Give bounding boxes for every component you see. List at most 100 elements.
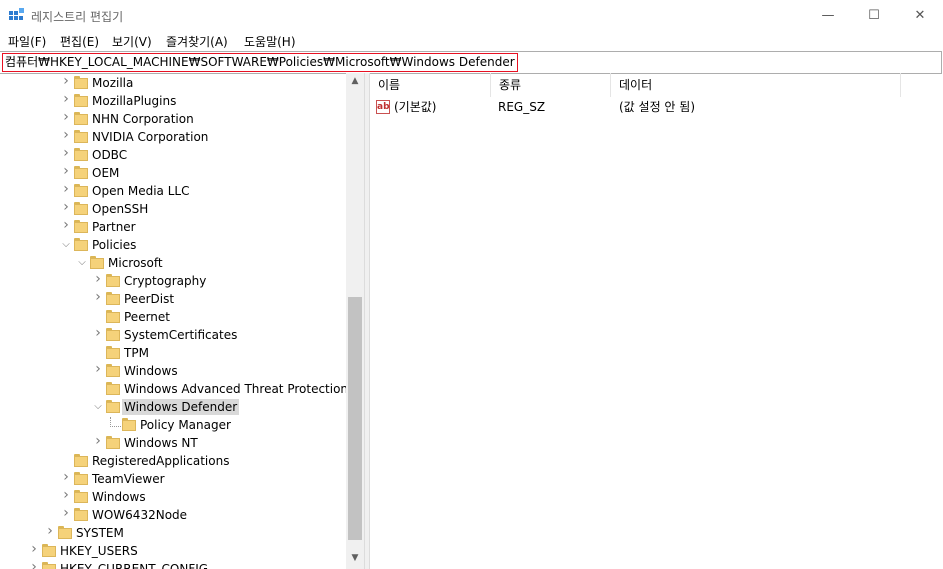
- chevron-down-icon[interactable]: ⌵: [93, 401, 103, 413]
- maximize-button[interactable]: ☐: [851, 0, 897, 31]
- menu-favorites[interactable]: 즐겨찾기(A): [166, 33, 228, 50]
- tree-node[interactable]: › MozillaPlugins: [0, 92, 346, 110]
- tree-node-label[interactable]: TPM: [122, 345, 151, 361]
- close-button[interactable]: ✕: [897, 0, 943, 31]
- tree-node[interactable]: › Windows NT: [0, 434, 346, 452]
- tree-node[interactable]: › NHN Corporation: [0, 110, 346, 128]
- chevron-right-icon[interactable]: ›: [61, 506, 71, 520]
- tree-node-label[interactable]: HKEY_CURRENT_CONFIG: [58, 561, 210, 569]
- chevron-right-icon[interactable]: ›: [61, 110, 71, 124]
- tree-node[interactable]: › Mozilla: [0, 74, 346, 92]
- tree-node-label[interactable]: Windows: [122, 363, 180, 379]
- tree-node[interactable]: ⌵ Policies: [0, 236, 346, 254]
- tree-node[interactable]: ⌵ Windows Defender: [0, 398, 346, 416]
- column-type[interactable]: 종류: [491, 73, 611, 97]
- tree-node[interactable]: › SYSTEM: [0, 524, 346, 542]
- scroll-up-icon[interactable]: ▲: [346, 73, 364, 90]
- tree-node[interactable]: TPM: [0, 344, 346, 362]
- value-type[interactable]: REG_SZ: [498, 98, 545, 116]
- tree-node-label[interactable]: RegisteredApplications: [90, 453, 231, 469]
- column-name[interactable]: 이름: [370, 73, 491, 97]
- tree-node[interactable]: › Windows: [0, 488, 346, 506]
- tree-node-label[interactable]: NVIDIA Corporation: [90, 129, 210, 145]
- tree-node-label[interactable]: Peernet: [122, 309, 172, 325]
- tree-node-label[interactable]: OEM: [90, 165, 121, 181]
- tree-node[interactable]: Peernet: [0, 308, 346, 326]
- tree-node[interactable]: › Cryptography: [0, 272, 346, 290]
- tree-node-label[interactable]: WOW6432Node: [90, 507, 189, 523]
- tree-node-label[interactable]: Policy Manager: [138, 417, 233, 433]
- tree-node[interactable]: › OEM: [0, 164, 346, 182]
- tree-node[interactable]: Policy Manager: [0, 416, 346, 434]
- tree-node[interactable]: › Partner: [0, 218, 346, 236]
- chevron-right-icon[interactable]: ›: [29, 542, 39, 556]
- tree-node[interactable]: › Windows: [0, 362, 346, 380]
- tree-node-label[interactable]: HKEY_USERS: [58, 543, 140, 559]
- menu-edit[interactable]: 편집(E): [60, 33, 99, 50]
- key-tree[interactable]: › Mozilla › MozillaPlugins › NHN Corporation ›…: [0, 73, 346, 569]
- tree-node[interactable]: ⌵ Microsoft: [0, 254, 346, 272]
- tree-node-label[interactable]: Mozilla: [90, 75, 135, 91]
- tree-node-label[interactable]: Windows: [90, 489, 148, 505]
- menu-file[interactable]: 파일(F): [8, 33, 46, 50]
- chevron-right-icon[interactable]: ›: [29, 560, 39, 569]
- chevron-right-icon[interactable]: ›: [61, 182, 71, 196]
- column-data[interactable]: 데이터: [611, 73, 901, 97]
- tree-node[interactable]: › WOW6432Node: [0, 506, 346, 524]
- chevron-right-icon[interactable]: ›: [93, 272, 103, 286]
- tree-node[interactable]: › OpenSSH: [0, 200, 346, 218]
- chevron-right-icon[interactable]: ›: [45, 524, 55, 538]
- tree-node[interactable]: › SystemCertificates: [0, 326, 346, 344]
- chevron-down-icon[interactable]: ⌵: [77, 257, 87, 269]
- menu-view[interactable]: 보기(V): [112, 33, 152, 50]
- chevron-right-icon[interactable]: ›: [93, 326, 103, 340]
- chevron-right-icon[interactable]: ›: [93, 290, 103, 304]
- tree-node[interactable]: Windows Advanced Threat Protection: [0, 380, 346, 398]
- chevron-right-icon[interactable]: ›: [61, 92, 71, 106]
- tree-node[interactable]: › HKEY_CURRENT_CONFIG: [0, 560, 346, 569]
- tree-node[interactable]: › PeerDist: [0, 290, 346, 308]
- chevron-right-icon[interactable]: ›: [61, 488, 71, 502]
- chevron-right-icon[interactable]: ›: [61, 470, 71, 484]
- chevron-down-icon[interactable]: ⌵: [61, 239, 71, 251]
- minimize-button[interactable]: —: [805, 0, 851, 31]
- tree-node-label[interactable]: SYSTEM: [74, 525, 126, 541]
- address-bar[interactable]: 컴퓨터₩HKEY_LOCAL_MACHINE₩SOFTWARE₩Policies…: [0, 51, 942, 74]
- address-path[interactable]: 컴퓨터₩HKEY_LOCAL_MACHINE₩SOFTWARE₩Policies…: [2, 53, 518, 72]
- tree-node-label[interactable]: ODBC: [90, 147, 129, 163]
- tree-node-label[interactable]: OpenSSH: [90, 201, 150, 217]
- tree-node[interactable]: › ODBC: [0, 146, 346, 164]
- chevron-right-icon[interactable]: ›: [61, 164, 71, 178]
- tree-node-label[interactable]: Partner: [90, 219, 138, 235]
- tree-node-label[interactable]: Policies: [90, 237, 138, 253]
- tree-node-label[interactable]: Microsoft: [106, 255, 165, 271]
- tree-node[interactable]: › NVIDIA Corporation: [0, 128, 346, 146]
- chevron-right-icon[interactable]: ›: [61, 200, 71, 214]
- chevron-right-icon[interactable]: ›: [93, 362, 103, 376]
- values-list[interactable]: 이름 종류 데이터 ab (기본값) REG_SZ (값 설정 안 됨): [370, 73, 943, 569]
- value-name[interactable]: (기본값): [394, 98, 436, 116]
- title-bar[interactable]: 레지스트리 편집기 — ☐ ✕: [0, 0, 943, 31]
- tree-scrollbar[interactable]: ▲ ▼: [346, 73, 364, 569]
- chevron-right-icon[interactable]: ›: [61, 128, 71, 142]
- tree-node-label[interactable]: TeamViewer: [90, 471, 167, 487]
- tree-node-label[interactable]: SystemCertificates: [122, 327, 239, 343]
- menu-help[interactable]: 도움말(H): [244, 33, 296, 50]
- chevron-right-icon[interactable]: ›: [61, 218, 71, 232]
- tree-node-label[interactable]: NHN Corporation: [90, 111, 196, 127]
- tree-node[interactable]: › TeamViewer: [0, 470, 346, 488]
- tree-node-label[interactable]: PeerDist: [122, 291, 176, 307]
- tree-node-label[interactable]: MozillaPlugins: [90, 93, 178, 109]
- chevron-right-icon[interactable]: ›: [61, 146, 71, 160]
- chevron-right-icon[interactable]: ›: [61, 74, 71, 88]
- tree-node-label[interactable]: Windows NT: [122, 435, 200, 451]
- tree-node-label[interactable]: Windows Advanced Threat Protection: [122, 381, 346, 397]
- tree-node[interactable]: › Open Media LLC: [0, 182, 346, 200]
- value-data[interactable]: (값 설정 안 됨): [619, 98, 695, 116]
- tree-node-label[interactable]: Cryptography: [122, 273, 208, 289]
- tree-node-label[interactable]: Open Media LLC: [90, 183, 191, 199]
- scroll-down-icon[interactable]: ▼: [346, 550, 364, 567]
- chevron-right-icon[interactable]: ›: [93, 434, 103, 448]
- scroll-thumb[interactable]: [348, 297, 362, 540]
- tree-node[interactable]: › HKEY_USERS: [0, 542, 346, 560]
